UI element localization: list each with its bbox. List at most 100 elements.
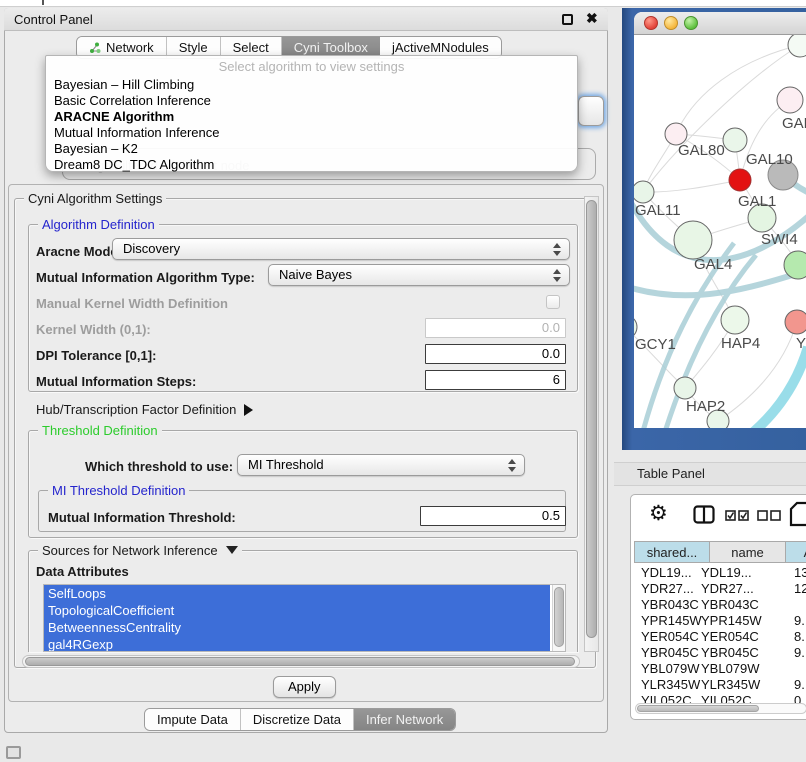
cell-name: YBR043C: [701, 597, 759, 613]
column-header-name[interactable]: name: [710, 541, 786, 563]
node-label-swi4[interactable]: SWI4: [761, 231, 798, 248]
cell-value: 9.: [794, 613, 805, 629]
close-traffic-light-icon[interactable]: [644, 16, 658, 30]
table-row[interactable]: YDR27...YDR27...12: [637, 581, 806, 597]
cell-value: 9.: [794, 677, 805, 693]
table-row[interactable]: YDL19...YDL19...13: [637, 565, 806, 581]
mi-type-label: Mutual Information Algorithm Type:: [36, 270, 255, 285]
hidden-combo-fragment: [578, 96, 604, 126]
settings-vscroll-thumb[interactable]: [586, 200, 597, 638]
cell-shared: YLR345W: [641, 677, 700, 693]
list-item-selfloops[interactable]: SelfLoops: [44, 585, 550, 602]
mi-threshold-field[interactable]: 0.5: [420, 506, 566, 526]
function-builder-icon[interactable]: [789, 501, 806, 530]
aracne-mode-select[interactable]: Discovery: [112, 238, 570, 260]
node-label-gal80[interactable]: GAL80: [678, 142, 725, 159]
node-label-hap4[interactable]: HAP4: [721, 335, 760, 352]
mi-threshold-label: Mutual Information Threshold:: [48, 510, 236, 525]
menu-item-aracne[interactable]: ARACNE Algorithm: [50, 109, 570, 125]
stepper-arrows-icon: [553, 243, 562, 256]
settings-horizontal-scrollbar[interactable]: [22, 655, 580, 668]
node-label-gal-partial[interactable]: GAL: [782, 115, 806, 132]
mi-steps-field[interactable]: 6: [425, 370, 566, 390]
cell-shared: YBR043C: [641, 597, 699, 613]
threshold-definition-title: Threshold Definition: [38, 423, 162, 438]
manual-kernel-checkbox[interactable]: [546, 295, 560, 309]
float-window-icon[interactable]: [562, 14, 573, 25]
table-row[interactable]: YPR145WYPR145W9.: [637, 613, 806, 629]
settings-hscroll-thumb[interactable]: [25, 657, 575, 666]
column-header-shared-name[interactable]: shared...: [634, 541, 710, 563]
select-all-checks-icon[interactable]: [725, 509, 750, 524]
node-label-hap2[interactable]: HAP2: [686, 398, 725, 415]
minimize-traffic-light-icon[interactable]: [664, 16, 678, 30]
which-threshold-select[interactable]: MI Threshold: [237, 454, 525, 476]
cell-name: YER054C: [701, 629, 759, 645]
table-row[interactable]: YER054CYER054C8.: [637, 629, 806, 645]
cell-name: YBR045C: [701, 645, 759, 661]
list-vertical-scrollbar[interactable]: [552, 585, 565, 651]
tab-impute-data[interactable]: Impute Data: [145, 709, 241, 730]
cell-name: YPR145W: [701, 613, 762, 629]
mi-steps-label: Mutual Information Steps:: [36, 374, 196, 389]
sources-group-title: Sources for Network Inference: [38, 543, 242, 558]
settings-vertical-scrollbar[interactable]: [584, 196, 599, 652]
application-root: Control Panel ✖ Network Style Select Cyn…: [0, 0, 806, 762]
tab-infer-network[interactable]: Infer Network: [354, 709, 455, 730]
table-row[interactable]: YBR045CYBR045C9.: [637, 645, 806, 661]
dpi-tolerance-field[interactable]: 0.0: [425, 344, 566, 364]
dock-panel-icon[interactable]: [6, 746, 21, 759]
list-item-gal4rgexp[interactable]: gal4RGexp: [44, 636, 550, 652]
network-view-window: GAL80 GAL10 GAL1 GAL11 SWI4 GAL4 GCY1 HA…: [634, 12, 806, 428]
column-header-third[interactable]: A: [786, 541, 806, 563]
close-icon[interactable]: ✖: [586, 10, 598, 27]
list-item-topologicalcoefficient[interactable]: TopologicalCoefficient: [44, 602, 550, 619]
kernel-width-field[interactable]: 0.0: [425, 318, 566, 338]
table-row[interactable]: YBL079WYBL079W: [637, 661, 806, 677]
aracne-mode-label: Aracne Mode:: [36, 244, 122, 259]
which-threshold-value: MI Threshold: [248, 457, 324, 472]
hub-definition-label: Hub/Transcription Factor Definition: [36, 402, 236, 417]
cell-name: YIL052C: [701, 693, 752, 703]
table-hscroll-thumb[interactable]: [637, 705, 759, 712]
hub-definition-expander[interactable]: Hub/Transcription Factor Definition: [36, 402, 253, 417]
deselect-all-icon[interactable]: [757, 509, 782, 524]
aracne-mode-value: Discovery: [123, 241, 180, 256]
cell-shared: YER054C: [641, 629, 699, 645]
cell-name: YLR345W: [701, 677, 760, 693]
zoom-traffic-light-icon[interactable]: [684, 16, 698, 30]
tab-discretize-data[interactable]: Discretize Data: [241, 709, 354, 730]
columns-icon[interactable]: [693, 505, 715, 527]
collapse-down-icon: [226, 546, 238, 554]
menu-item-mutual-information[interactable]: Mutual Information Inference: [50, 125, 570, 141]
list-item-betweennesscentrality[interactable]: BetweennessCentrality: [44, 619, 550, 636]
node-label-gal4[interactable]: GAL4: [694, 256, 732, 273]
cell-shared: YBL079W: [641, 661, 700, 677]
table-row[interactable]: YLR345WYLR345W 9.: [637, 677, 806, 693]
list-scrollbar-thumb[interactable]: [554, 587, 564, 647]
menu-item-basic-correlation[interactable]: Basic Correlation Inference: [50, 93, 570, 109]
menu-item-dream8[interactable]: Dream8 DC_TDC Algorithm: [50, 157, 570, 173]
gear-icon[interactable]: ⚙: [649, 503, 668, 525]
node-label-gcy1[interactable]: GCY1: [635, 336, 676, 353]
menu-item-bayesian-k2[interactable]: Bayesian – K2: [50, 141, 570, 157]
apply-button[interactable]: Apply: [273, 676, 336, 698]
manual-kernel-label: Manual Kernel Width Definition: [36, 296, 228, 311]
algorithm-dropdown-placeholder: Select algorithm to view settings: [46, 59, 577, 74]
menu-item-bayesian-hill-climbing[interactable]: Bayesian – Hill Climbing: [50, 77, 570, 93]
table-row[interactable]: YIL052CYIL052C0.: [637, 693, 806, 703]
stepper-arrows-icon: [553, 269, 562, 282]
node-label-gal1[interactable]: GAL1: [738, 193, 776, 210]
node-label-y-partial[interactable]: Y: [796, 335, 806, 352]
node-label-gal11[interactable]: GAL11: [635, 202, 681, 219]
network-icon: [89, 42, 101, 54]
table-panel-title: Table Panel: [637, 466, 705, 481]
node-label-gal10[interactable]: GAL10: [746, 151, 793, 168]
table-horizontal-scrollbar[interactable]: [635, 703, 806, 714]
cell-value: 12: [794, 581, 806, 597]
tab-infer-network-label: Infer Network: [366, 709, 443, 730]
network-canvas[interactable]: GAL80 GAL10 GAL1 GAL11 SWI4 GAL4 GCY1 HA…: [634, 35, 806, 428]
mi-type-select[interactable]: Naive Bayes: [268, 264, 570, 286]
cell-name: YBL079W: [701, 661, 760, 677]
table-row[interactable]: YBR043CYBR043C: [637, 597, 806, 613]
